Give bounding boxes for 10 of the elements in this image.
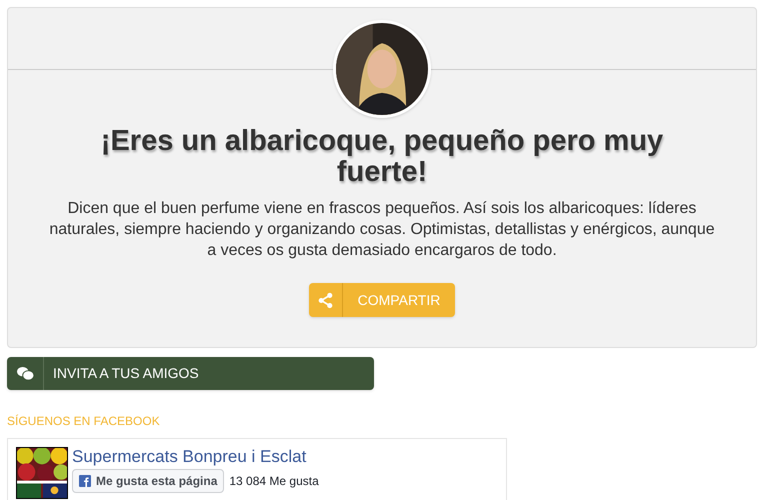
chat-icon xyxy=(16,366,34,381)
facebook-icon xyxy=(79,475,91,487)
result-description: Dicen que el buen perfume viene en frascos pequeños. Así sois los albaricoques: líderes naturales, siempre haciendo y organizando cosas. Optimistas, detallistas y enérgicos, aunque a veces os gusta demasiado encargaros de todo. xyxy=(48,199,716,261)
section-heading: SÍGUENOS EN FACEBOOK xyxy=(7,413,160,430)
invite-button[interactable]: INVITA A TUS AMIGOS xyxy=(7,357,374,390)
like-count: 13 084 Me gusta xyxy=(229,473,319,490)
page-name-link[interactable]: Supermercats Bonpreu i Esclat xyxy=(72,447,319,467)
share-icon xyxy=(317,292,334,308)
result-title: ¡Eres un albaricoque, pequeño pero muy fuerte! xyxy=(100,126,664,188)
like-button[interactable]: Me gusta esta página xyxy=(72,469,224,493)
